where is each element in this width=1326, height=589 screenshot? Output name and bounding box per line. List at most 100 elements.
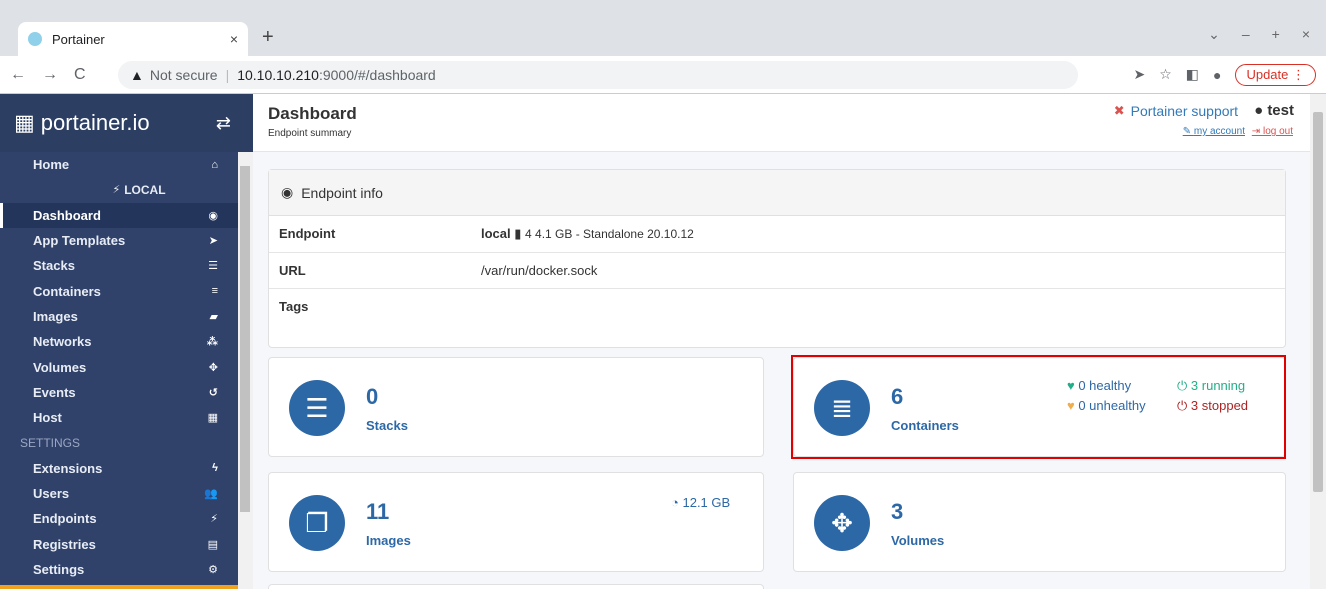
bookmark-star-icon[interactable]: ☆: [1159, 66, 1172, 83]
maximize-icon[interactable]: +: [1272, 26, 1280, 43]
users-icon: 👥: [204, 488, 218, 500]
endpoint-name: local: [481, 226, 511, 241]
window-close-icon[interactable]: ×: [1302, 26, 1310, 43]
endpoint-row: Endpoint local ▮ 4 4.1 GB - Standalone 2…: [269, 216, 1285, 253]
sidebar-item-volumes[interactable]: Volumes ✥: [0, 354, 238, 379]
cubes-icon: ✥: [208, 361, 218, 374]
profile-icon[interactable]: ●: [1213, 67, 1221, 83]
history-icon: ↺: [208, 386, 218, 399]
database-icon: ▤: [207, 538, 218, 551]
tab-search-icon[interactable]: ⌄: [1208, 26, 1220, 43]
new-tab-button[interactable]: +: [262, 26, 274, 49]
sidebar-menu: Home ⌂ ⚡ LOCAL Dashboard ◉ App Templates ➤ S…: [0, 152, 238, 582]
endpoint-value: local ▮ 4 4.1 GB - Standalone 20.10.12: [481, 216, 1285, 252]
volumes-card[interactable]: ✥ 3 Volumes: [793, 472, 1286, 572]
volumes-label: Volumes: [891, 533, 945, 548]
browser-tab[interactable]: Portainer ×: [18, 22, 248, 56]
update-button[interactable]: Update ⋮: [1235, 63, 1316, 86]
sidebar-item-containers[interactable]: Containers ≡: [0, 278, 238, 303]
support-area: ✖ Portainer support ● test: [1114, 102, 1294, 119]
sidebar-item-registries[interactable]: Registries ▤: [0, 531, 238, 556]
url-value: /var/run/docker.sock: [481, 263, 598, 278]
tachometer-icon: ◉: [281, 184, 294, 200]
security-label: Not secure: [149, 66, 218, 83]
stacks-card[interactable]: ☰ 0 Stacks: [268, 357, 764, 457]
sidebar-item-label: Stacks: [33, 258, 75, 274]
tags-value: [481, 289, 1285, 347]
minimize-icon[interactable]: –: [1242, 26, 1250, 43]
portainer-favicon-icon: [28, 32, 42, 46]
log-out-link[interactable]: ⇥ log out: [1252, 126, 1293, 137]
volumes-count: 3: [891, 499, 904, 524]
sidebar-item-label: Events: [33, 384, 76, 400]
sidebar-section-settings: SETTINGS: [0, 430, 238, 455]
url-input[interactable]: ▲ Not secure | 10.10.10.210 :9000/#/dash…: [118, 60, 1078, 89]
support-icon: ✖: [1113, 102, 1125, 118]
sidebar-item-label: Settings: [33, 561, 85, 577]
sidebar-item-label: Containers: [33, 283, 101, 299]
sidebar-item-label: Users: [33, 486, 70, 501]
url-key: URL: [279, 263, 306, 278]
page-header: Dashboard Endpoint summary ✖ Portainer s…: [253, 94, 1326, 152]
main-scrollbar-thumb[interactable]: [1313, 112, 1323, 492]
sidebar-item-settings[interactable]: Settings ⚙: [0, 557, 238, 582]
endpoint-detail: 4 4.1 GB - Standalone 20.10.12: [525, 227, 694, 241]
clone-icon: ▰: [209, 310, 218, 323]
support-link[interactable]: Portainer support: [1131, 103, 1238, 119]
user-label: test: [1267, 102, 1294, 119]
page-subtitle: Endpoint summary: [268, 128, 352, 139]
stacks-icon: ☰: [208, 260, 218, 273]
sidebar-item-app-templates[interactable]: App Templates ➤: [0, 228, 238, 253]
sidebar-item-endpoints[interactable]: Endpoints ⚡: [0, 506, 238, 531]
url-separator: |: [225, 66, 230, 83]
send-icon[interactable]: ➤: [1133, 66, 1145, 83]
sidebar-item-label: LOCAL: [124, 182, 166, 197]
reload-icon[interactable]: C: [74, 66, 86, 84]
browser-tab-bar: Portainer × + ⌄ – + ×: [0, 0, 1326, 56]
main-scrollbar[interactable]: [1310, 94, 1326, 589]
sidebar-endpoint-local: ⚡ LOCAL: [0, 177, 238, 202]
update-label: Update: [1246, 66, 1289, 82]
endpoint-info-title: Endpoint info: [301, 184, 383, 201]
brand-name: portainer.io: [40, 110, 150, 135]
sidebar-item-users[interactable]: Users 👥: [0, 481, 238, 506]
sidebar: ▦ portainer.io ⇄ Home ⌂ ⚡ LOCAL Dashboard ◉…: [0, 94, 253, 589]
images-card[interactable]: ❐ 11 Images ◔ 12.1 GB: [268, 472, 764, 572]
server-icon: ≡: [211, 285, 218, 298]
url-host: 10.10.10.210: [237, 66, 319, 83]
sidebar-item-networks[interactable]: Networks ⁂: [0, 329, 238, 354]
my-account-link[interactable]: ✎ my account: [1183, 126, 1245, 137]
sidebar-item-events[interactable]: Events ↺: [0, 380, 238, 405]
images-count: 11: [366, 499, 390, 524]
tags-key: Tags: [279, 299, 309, 314]
sidebar-item-host[interactable]: Host ▦: [0, 405, 238, 430]
cpu-icon: ▮: [514, 226, 522, 241]
sidebar-item-label: Registries: [33, 536, 96, 552]
sidebar-item-dashboard[interactable]: Dashboard ◉: [0, 202, 238, 228]
portainer-logo-icon: ▦: [14, 110, 35, 135]
sidebar-item-extensions[interactable]: Extensions ϟ: [0, 456, 238, 481]
sidebar-scrollbar-thumb[interactable]: [240, 166, 250, 512]
bolt-icon: ϟ: [212, 462, 218, 475]
sidebar-item-stacks[interactable]: Stacks ☰: [0, 253, 238, 278]
sidebar-item-images[interactable]: Images ▰: [0, 304, 238, 329]
next-card-partial: [268, 584, 764, 589]
portainer-app: ▦ portainer.io ⇄ Home ⌂ ⚡ LOCAL Dashboard ◉…: [0, 94, 1326, 589]
account-links: ✎ my account ⇥ log out: [1183, 126, 1293, 137]
sidebar-item-label: Networks: [33, 334, 92, 350]
sidebar-section-label: SETTINGS: [20, 435, 81, 450]
forward-icon[interactable]: →: [42, 66, 58, 84]
tab-close-icon[interactable]: ×: [230, 31, 238, 47]
back-icon[interactable]: ←: [10, 66, 26, 84]
brand: ▦ portainer.io ⇄: [0, 94, 253, 152]
url-path: :9000/#/dashboard: [318, 66, 436, 83]
sidebar-toggle-icon[interactable]: ⇄: [216, 113, 231, 134]
sidebar-item-home[interactable]: Home ⌂: [0, 152, 238, 177]
tab-title: Portainer: [52, 31, 105, 47]
browser-actions: ➤ ☆ ◧ ● Update ⋮: [1133, 63, 1316, 86]
sidepanel-icon[interactable]: ◧: [1186, 66, 1199, 83]
cogs-icon: ⚙: [208, 563, 218, 576]
home-icon: ⌂: [211, 158, 218, 171]
sidebar-scrollbar[interactable]: [238, 152, 253, 589]
plug-icon: ⚡: [112, 184, 121, 197]
